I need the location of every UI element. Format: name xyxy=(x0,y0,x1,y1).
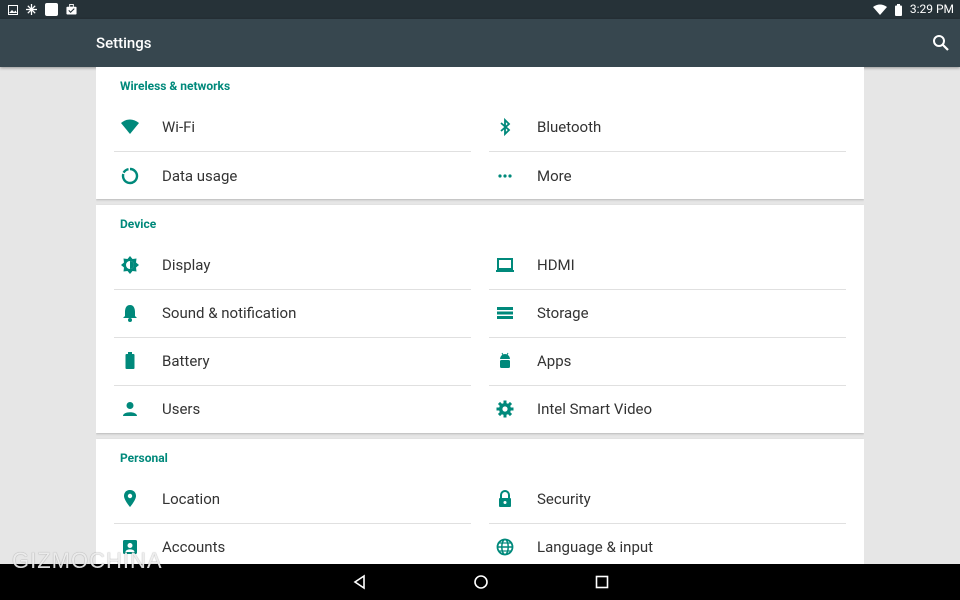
setting-label: Battery xyxy=(162,352,210,370)
setting-label: Storage xyxy=(537,304,589,322)
recents-icon[interactable] xyxy=(594,574,610,590)
setting-label: Bluetooth xyxy=(537,118,602,136)
setting-label: Sound & notification xyxy=(162,304,297,322)
section-personal: Personal Location Security Accounts Lang… xyxy=(96,439,864,564)
setting-users[interactable]: Users xyxy=(114,385,471,433)
setting-sound-notification[interactable]: Sound & notification xyxy=(114,289,471,338)
setting-data-usage[interactable]: Data usage xyxy=(114,152,471,200)
setting-label: More xyxy=(537,167,572,185)
section-title: Wireless & networks xyxy=(120,79,231,93)
setting-security[interactable]: Security xyxy=(489,475,846,524)
status-bar: 3:29 PM xyxy=(0,0,960,19)
setting-bluetooth[interactable]: Bluetooth xyxy=(489,103,846,152)
section-title: Device xyxy=(120,217,157,231)
setting-label: Location xyxy=(162,490,221,508)
data-usage-icon xyxy=(121,167,139,185)
settings-list[interactable]: Wireless & networks Wi-Fi Bluetooth Data… xyxy=(96,67,864,564)
bluetooth-icon xyxy=(500,117,511,137)
lock-icon xyxy=(499,490,511,507)
section-title: Personal xyxy=(120,451,168,465)
blank-square-icon xyxy=(45,3,58,16)
android-icon xyxy=(500,352,510,368)
battery-icon xyxy=(125,352,135,369)
setting-apps[interactable]: Apps xyxy=(489,337,846,386)
setting-label: Wi-Fi xyxy=(162,118,196,136)
clock: 3:29 PM xyxy=(909,2,954,16)
wifi-icon xyxy=(872,4,887,15)
search-icon[interactable] xyxy=(932,34,950,52)
setting-hdmi[interactable]: HDMI xyxy=(489,241,846,290)
setting-label: Data usage xyxy=(162,167,238,185)
setting-label: Display xyxy=(162,256,211,274)
app-bar: Settings xyxy=(0,19,960,67)
home-icon[interactable] xyxy=(473,574,489,590)
setting-label: Security xyxy=(537,490,591,508)
battery-icon xyxy=(894,3,902,16)
setting-location[interactable]: Location xyxy=(114,475,471,524)
location-pin-icon xyxy=(124,490,136,507)
more-icon xyxy=(498,174,512,178)
setting-label: Language & input xyxy=(537,538,654,556)
wifi-icon xyxy=(121,119,139,134)
globe-icon xyxy=(496,538,514,556)
page-title: Settings xyxy=(96,34,152,52)
setting-accounts[interactable]: Accounts xyxy=(114,523,471,564)
setting-language-input[interactable]: Language & input xyxy=(489,523,846,564)
back-icon[interactable] xyxy=(352,574,368,590)
setting-battery[interactable]: Battery xyxy=(114,337,471,386)
setting-label: Accounts xyxy=(162,538,226,556)
setting-wifi[interactable]: Wi-Fi xyxy=(114,103,471,152)
setting-label: Users xyxy=(162,400,201,418)
person-icon xyxy=(123,402,137,416)
briefcase-icon xyxy=(66,4,77,15)
section-wireless-networks: Wireless & networks Wi-Fi Bluetooth Data… xyxy=(96,67,864,199)
setting-more[interactable]: More xyxy=(489,152,846,200)
section-device: Device Display HDMI Sound & notification… xyxy=(96,205,864,433)
setting-display[interactable]: Display xyxy=(114,241,471,290)
snowflake-icon xyxy=(26,4,37,15)
image-icon xyxy=(8,4,18,15)
setting-intel-smart-video[interactable]: Intel Smart Video xyxy=(489,385,846,433)
gear-icon xyxy=(496,400,514,418)
brightness-icon xyxy=(121,256,139,274)
setting-storage[interactable]: Storage xyxy=(489,289,846,338)
bell-icon xyxy=(123,305,137,322)
setting-label: HDMI xyxy=(537,256,575,274)
laptop-icon xyxy=(496,258,514,272)
setting-label: Intel Smart Video xyxy=(537,400,653,418)
setting-label: Apps xyxy=(537,352,572,370)
storage-icon xyxy=(497,307,513,319)
watermark: GIZMOCHINA xyxy=(12,548,163,573)
